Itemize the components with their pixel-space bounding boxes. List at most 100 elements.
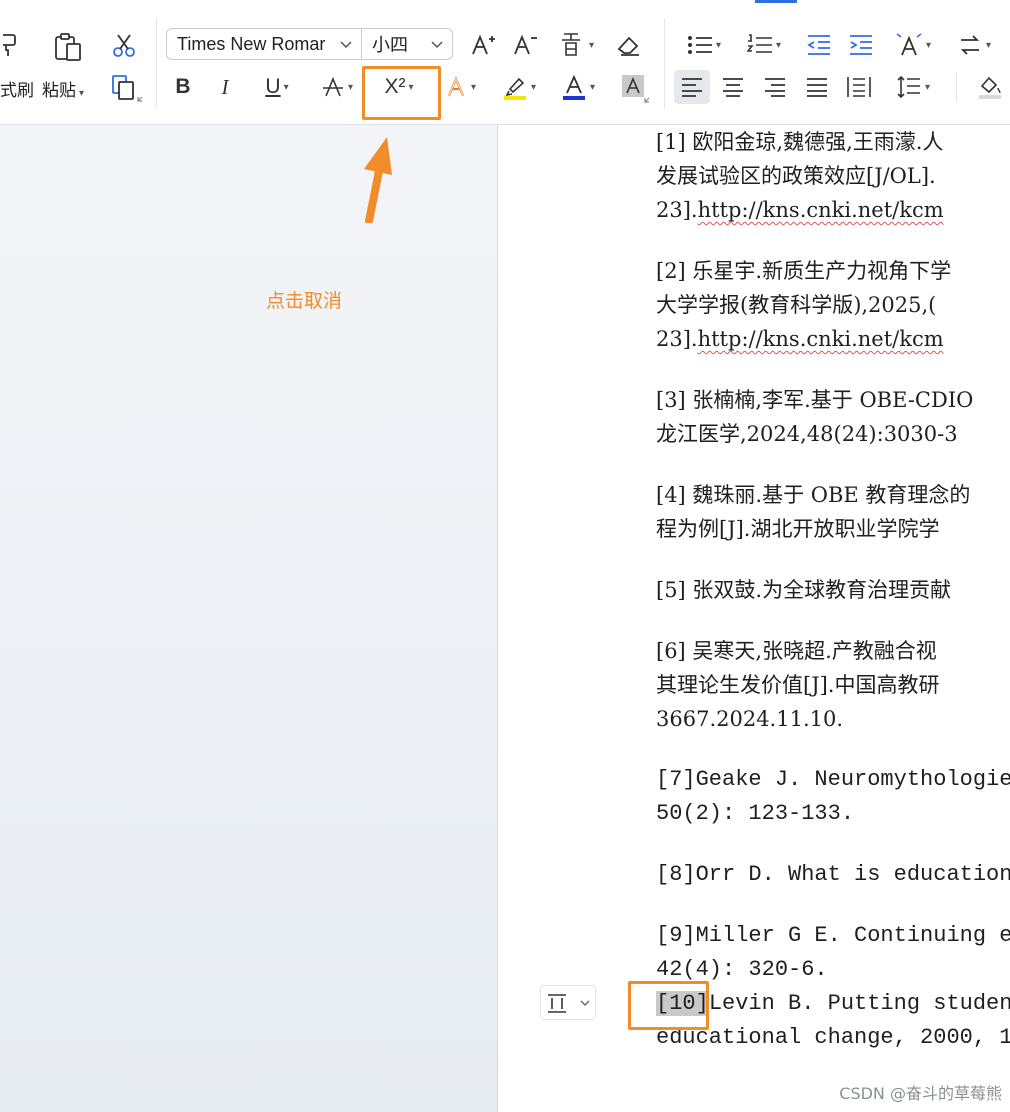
reference-2-url[interactable]: http://kns.cnki.net/kcm	[698, 327, 944, 351]
highlight-color-button[interactable]: ▾	[496, 72, 542, 102]
paste-icon-button[interactable]	[50, 30, 86, 64]
chevron-down-icon: ▾	[715, 39, 722, 51]
align-left-button[interactable]	[674, 70, 710, 104]
outdent-icon	[807, 35, 830, 55]
paragraph-handle-button[interactable]	[540, 985, 596, 1020]
indent-icon	[850, 35, 872, 55]
justify-button[interactable]	[802, 72, 832, 102]
reference-1-line-2: 发展试验区的政策效应[J/OL].	[656, 164, 936, 188]
chevron-down-icon: ▾	[470, 81, 477, 93]
copy-button[interactable]	[108, 72, 148, 104]
font-shrink-icon	[514, 34, 537, 55]
line-spacing-button[interactable]: ▾	[890, 72, 936, 102]
text-effect-icon	[447, 76, 465, 97]
align-right-button[interactable]	[760, 72, 790, 102]
cut-button[interactable]	[108, 30, 140, 60]
asian-layout-button[interactable]: ▾	[890, 30, 936, 60]
annotation-arrow-icon	[364, 137, 392, 223]
chevron-down-icon: ▾	[283, 81, 289, 93]
text-effect-button[interactable]: ▾	[440, 72, 482, 102]
bullet-list-button[interactable]: ▾	[682, 30, 726, 60]
align-left-icon	[682, 78, 702, 97]
format-painter-button[interactable]	[0, 30, 26, 60]
underline-icon: U	[265, 75, 281, 98]
decrease-font-size-button[interactable]	[510, 30, 540, 60]
chevron-down-icon: ▾	[588, 39, 595, 51]
font-color-icon	[562, 74, 585, 100]
chevron-down-icon: ▾	[924, 81, 931, 93]
annotation-text: 点击取消	[266, 290, 343, 312]
phonetic-guide-button[interactable]: ▾	[554, 30, 598, 60]
reference-1-line-1: [1] 欧阳金琼,魏德强,王雨濛.人	[656, 130, 944, 154]
character-scaling-icon	[896, 33, 922, 56]
chevron-down-icon: ▾	[775, 39, 782, 51]
reference-2-line-1: [2] 乐星宇.新质生产力视角下学	[656, 259, 952, 283]
navigation-pane	[0, 125, 498, 1112]
reference-1-line-3: 23].http://kns.cnki.net/kcm	[656, 193, 944, 227]
justify-icon	[807, 78, 827, 97]
decrease-indent-button[interactable]	[804, 30, 834, 60]
reference-1-url[interactable]: http://kns.cnki.net/kcm	[698, 198, 944, 222]
chevron-down-icon: ▾	[925, 39, 932, 51]
active-tab-indicator	[755, 0, 797, 3]
italic-button[interactable]: I	[210, 72, 240, 102]
reference-10-line-2: educational change, 2000, 1	[656, 1025, 1010, 1050]
eraser-icon	[617, 36, 639, 56]
underline-button[interactable]: U ▾	[254, 72, 300, 102]
document-page[interactable]: [1] 欧阳金琼,魏德强,王雨濛.人 发展试验区的政策效应[J/OL]. 23]…	[498, 125, 1010, 1112]
reference-1-prefix: 23].	[656, 198, 698, 222]
chevron-down-icon: ▾	[985, 39, 992, 51]
strikethrough-button[interactable]: ▾	[314, 72, 360, 102]
scissors-icon	[113, 34, 135, 57]
font-grow-icon	[472, 34, 495, 55]
clipboard-icon	[55, 33, 81, 61]
line-spacing-icon	[897, 75, 920, 99]
numbered-list-button[interactable]: ▾	[742, 30, 786, 60]
highlighter-icon	[503, 77, 526, 100]
reference-4-line-1: [4] 魏珠丽.基于 OBE 教育理念的	[656, 483, 971, 507]
increase-font-size-button[interactable]	[468, 30, 498, 60]
paste-label: 粘贴	[42, 81, 76, 101]
chevron-down-icon: ▾	[530, 81, 537, 93]
reference-3-line-2: 龙江医学,2024,48(24):3030-3	[656, 422, 958, 446]
bullet-list-icon	[687, 36, 712, 54]
reference-9-line-1: [9]Miller G E. Continuing ed	[656, 923, 1010, 948]
character-shading-button[interactable]	[618, 72, 652, 104]
reference-8-line-1: [8]Orr D. What is education	[656, 862, 1010, 887]
paste-button[interactable]: 粘贴 ▾	[42, 76, 84, 101]
reference-7-line-1: [7]Geake J. Neuromythologie	[656, 767, 1010, 792]
ribbon-toolbar: 式刷 粘贴 ▾ Times New Romar 小四 ▾ B I U ▾ ▾ X…	[0, 0, 1010, 125]
copy-icon	[112, 75, 143, 102]
distributed-align-button[interactable]	[844, 72, 874, 102]
reference-2-line-3: 23].http://kns.cnki.net/kcm	[656, 322, 944, 356]
reference-6-line-1: [6] 吴寒天,张晓超.产教融合视	[656, 639, 937, 663]
reference-6-line-3: 3667.2024.11.10.	[656, 707, 844, 731]
italic-icon: I	[221, 74, 229, 99]
align-center-button[interactable]	[718, 72, 748, 102]
reference-7-line-2: 50(2): 123-133.	[656, 801, 855, 826]
align-center-icon	[723, 78, 743, 97]
format-painter-label[interactable]: 式刷	[0, 76, 34, 101]
font-size-combobox[interactable]: 小四	[361, 28, 453, 60]
reference-2-prefix: 23].	[656, 327, 698, 351]
paragraph-handle-icon	[548, 994, 590, 1013]
reference-3-line-1: [3] 张楠楠,李军.基于 OBE-CDIO	[656, 388, 974, 412]
reference-marker-highlight-box	[628, 981, 709, 1030]
bold-icon: B	[175, 75, 191, 98]
font-color-button[interactable]: ▾	[556, 72, 600, 102]
increase-indent-button[interactable]	[846, 30, 876, 60]
font-name-combobox[interactable]: Times New Romar	[166, 28, 362, 60]
reference-10-text: Levin B. Putting studen	[708, 991, 1010, 1016]
paragraph-shading-button[interactable]	[970, 72, 1010, 102]
chevron-down-icon	[431, 41, 443, 49]
reference-5-line-1: [5] 张双鼓.为全球教育治理贡献	[656, 578, 952, 602]
clear-formatting-button[interactable]	[614, 30, 644, 60]
text-direction-button[interactable]: ▾	[952, 30, 996, 60]
font-size-value: 小四	[372, 35, 408, 55]
character-shading-icon	[622, 75, 650, 103]
numbered-list-icon	[746, 34, 772, 53]
shading-bucket-icon	[979, 76, 1001, 99]
chevron-down-icon: ▾	[79, 88, 85, 99]
bold-button[interactable]: B	[168, 72, 198, 102]
chevron-down-icon: ▾	[347, 81, 354, 93]
